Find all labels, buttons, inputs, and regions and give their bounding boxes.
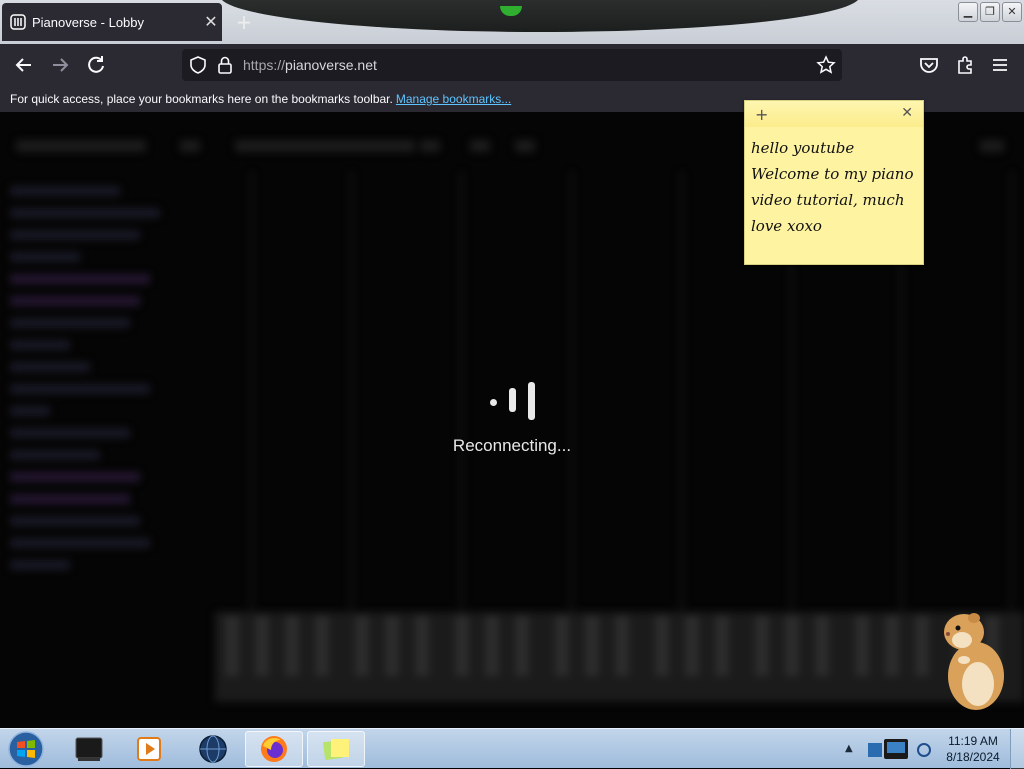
show-desktop-button[interactable] bbox=[1010, 729, 1024, 769]
pocket-icon[interactable] bbox=[917, 53, 941, 77]
url-scheme: https:// bbox=[243, 57, 286, 73]
sticky-notes-icon bbox=[322, 739, 349, 761]
address-bar[interactable]: https://pianoverse.net bbox=[182, 49, 842, 81]
reload-icon[interactable] bbox=[84, 53, 108, 77]
taskbar-firefox[interactable] bbox=[245, 731, 303, 767]
shield-icon[interactable] bbox=[188, 55, 208, 75]
close-note-icon[interactable]: ✕ bbox=[901, 105, 913, 121]
window-controls: ▁ ❐ ✕ bbox=[958, 2, 1022, 22]
sticky-note-text[interactable]: hello youtube Welcome to my piano video … bbox=[745, 127, 923, 239]
sticky-note[interactable]: + ✕ hello youtube Welcome to my piano vi… bbox=[744, 100, 924, 265]
pianoverse-logo-icon bbox=[10, 14, 26, 30]
globe-icon bbox=[199, 735, 227, 763]
tab-title: Pianoverse - Lobby bbox=[32, 14, 145, 30]
theme-decoration bbox=[220, 0, 860, 32]
blurred-sidebar bbox=[10, 174, 210, 582]
url-text[interactable]: https://pianoverse.net bbox=[243, 57, 377, 73]
start-button-windows-icon[interactable] bbox=[6, 730, 46, 768]
restore-button[interactable]: ❐ bbox=[980, 2, 1000, 22]
minimize-button[interactable]: ▁ bbox=[958, 2, 978, 22]
show-hidden-icons-arrow[interactable]: ▲ bbox=[845, 743, 853, 754]
blurred-piano-keyboard bbox=[215, 612, 1024, 702]
taskbar: ▲ 11:19 AM 8/18/2024 bbox=[0, 728, 1024, 769]
taskbar-clock[interactable]: 11:19 AM 8/18/2024 bbox=[940, 733, 1006, 765]
clock-time: 11:19 AM bbox=[948, 734, 998, 748]
clock-date: 8/18/2024 bbox=[946, 750, 1000, 764]
bookmark-star-icon[interactable] bbox=[816, 55, 836, 75]
taskbar-terminal[interactable] bbox=[60, 731, 118, 767]
new-tab-button[interactable]: + bbox=[232, 10, 256, 34]
taskbar-globe[interactable] bbox=[184, 731, 242, 767]
url-host: pianoverse.net bbox=[285, 57, 377, 73]
system-tray bbox=[868, 739, 931, 759]
tray-app-icon[interactable] bbox=[868, 743, 882, 757]
taskbar-media-player[interactable] bbox=[120, 731, 178, 767]
manage-bookmarks-link[interactable]: Manage bookmarks... bbox=[396, 92, 511, 106]
close-window-button[interactable]: ✕ bbox=[1002, 2, 1022, 22]
dark-window-icon bbox=[75, 737, 103, 761]
bookmarks-message: For quick access, place your bookmarks h… bbox=[10, 92, 393, 106]
taskbar-sticky-notes[interactable] bbox=[307, 731, 365, 767]
loading-bars-icon bbox=[482, 380, 542, 420]
reconnecting-text: Reconnecting... bbox=[452, 436, 572, 455]
back-arrow-icon[interactable] bbox=[12, 53, 36, 77]
tab-pianoverse-lobby[interactable]: Pianoverse - Lobby ✕ bbox=[2, 3, 222, 41]
title-bar: Pianoverse - Lobby ✕ + ▁ ❐ ✕ bbox=[0, 0, 1024, 44]
menu-hamburger-icon[interactable] bbox=[988, 53, 1012, 77]
firefox-icon bbox=[261, 736, 287, 762]
media-player-icon bbox=[137, 737, 161, 761]
forward-arrow-icon[interactable] bbox=[48, 53, 72, 77]
navigation-toolbar: https://pianoverse.net bbox=[0, 44, 1024, 86]
sticky-note-header[interactable]: + ✕ bbox=[745, 101, 923, 127]
extensions-icon[interactable] bbox=[953, 53, 977, 77]
tray-speaker-icon[interactable] bbox=[917, 743, 931, 757]
hamster-desktop-pet[interactable] bbox=[940, 604, 1006, 712]
close-tab-icon[interactable]: ✕ bbox=[200, 12, 222, 32]
reconnecting-indicator: Reconnecting... bbox=[0, 380, 1024, 456]
lock-icon[interactable] bbox=[216, 55, 234, 75]
add-note-icon[interactable]: + bbox=[755, 105, 768, 124]
